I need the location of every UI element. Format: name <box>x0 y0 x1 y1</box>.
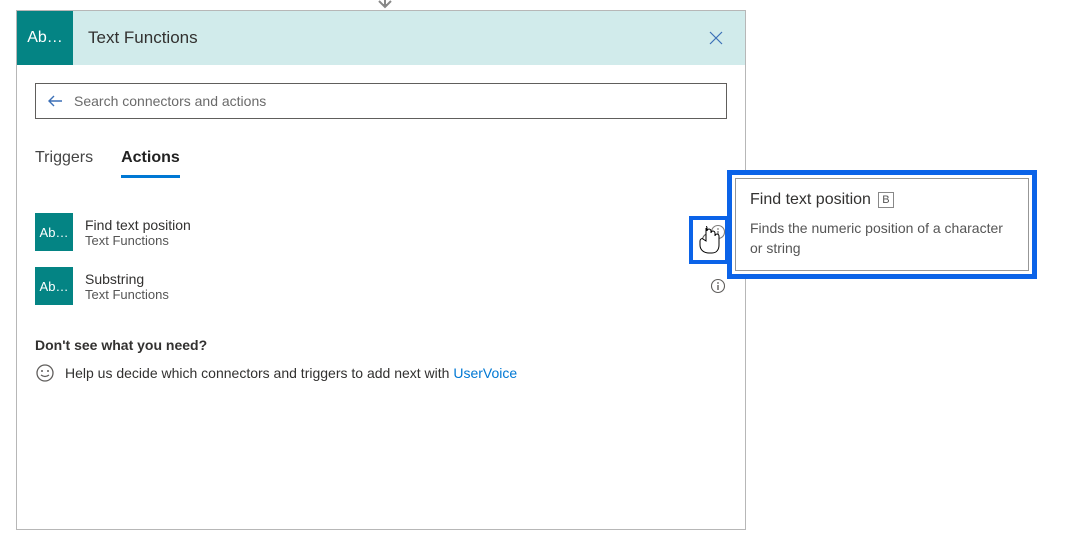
panel-header: Ab… Text Functions <box>17 11 745 65</box>
back-arrow-icon[interactable] <box>46 92 64 110</box>
action-item-find-text-position[interactable]: Ab… Find text position Text Functions <box>35 205 727 259</box>
action-list: Ab… Find text position Text Functions Ab… <box>35 205 727 313</box>
connector-icon: Ab… <box>35 267 73 305</box>
help-heading: Don't see what you need? <box>35 337 727 353</box>
search-box <box>35 83 727 119</box>
tooltip: Find text position B Finds the numeric p… <box>727 170 1037 279</box>
search-input[interactable] <box>74 93 716 109</box>
action-title: Substring <box>85 271 697 287</box>
close-button[interactable] <box>701 23 731 53</box>
action-title: Find text position <box>85 217 697 233</box>
action-item-substring[interactable]: Ab… Substring Text Functions <box>35 259 727 313</box>
connector-icon: Ab… <box>35 213 73 251</box>
help-line: Help us decide which connectors and trig… <box>35 363 727 383</box>
tab-actions[interactable]: Actions <box>121 143 180 178</box>
tooltip-title-row: Find text position B <box>750 191 1014 209</box>
highlight-box <box>689 216 729 264</box>
uservoice-link[interactable]: UserVoice <box>453 365 517 381</box>
panel-body: Triggers Actions Ab… Find text position … <box>17 65 745 383</box>
info-icon[interactable] <box>709 277 727 295</box>
action-text: Find text position Text Functions <box>85 217 697 248</box>
tab-triggers[interactable]: Triggers <box>35 143 93 178</box>
connector-panel: Ab… Text Functions Triggers Actions Ab… … <box>16 10 746 530</box>
action-subtitle: Text Functions <box>85 233 697 248</box>
tooltip-description: Finds the numeric position of a characte… <box>750 219 1014 258</box>
badge: B <box>878 192 894 208</box>
connector-icon: Ab… <box>17 11 73 65</box>
action-subtitle: Text Functions <box>85 287 697 302</box>
help-text-before: Help us decide which connectors and trig… <box>65 365 453 381</box>
action-text: Substring Text Functions <box>85 271 697 302</box>
help-text: Help us decide which connectors and trig… <box>65 365 517 381</box>
help-section: Don't see what you need? Help us decide … <box>35 337 727 383</box>
smiley-icon <box>35 363 55 383</box>
tooltip-inner: Find text position B Finds the numeric p… <box>735 178 1029 271</box>
panel-title: Text Functions <box>73 28 701 48</box>
tooltip-title: Find text position <box>750 191 871 209</box>
tabs: Triggers Actions <box>35 143 727 179</box>
